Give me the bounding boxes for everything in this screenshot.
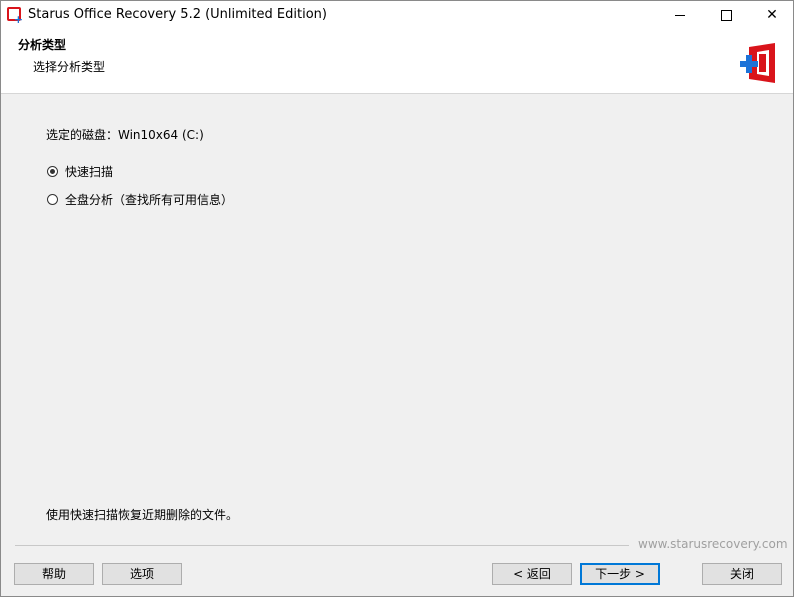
full-analysis-option[interactable]: 全盘分析（查找所有可用信息） bbox=[47, 190, 233, 208]
app-icon bbox=[7, 7, 23, 25]
quick-scan-radio[interactable] bbox=[47, 165, 58, 177]
close-window-button[interactable]: ✕ bbox=[749, 1, 794, 29]
page-subtitle: 选择分析类型 bbox=[33, 60, 106, 74]
footer-divider bbox=[15, 545, 629, 546]
full-analysis-radio[interactable] bbox=[47, 193, 58, 205]
quick-scan-label[interactable]: 快速扫描 bbox=[65, 163, 113, 180]
selected-disk-label: 选定的磁盘：Win10x64 (C:) bbox=[46, 128, 204, 142]
minimize-button[interactable] bbox=[657, 1, 703, 29]
back-button[interactable]: < 返回 bbox=[492, 563, 572, 585]
maximize-icon bbox=[720, 9, 732, 21]
window-title: Starus Office Recovery 5.2 (Unlimited Ed… bbox=[28, 7, 327, 22]
minimize-icon bbox=[675, 14, 685, 16]
full-analysis-label[interactable]: 全盘分析（查找所有可用信息） bbox=[65, 191, 233, 208]
maximize-button[interactable] bbox=[703, 1, 749, 29]
page-title: 分析类型 bbox=[18, 38, 67, 52]
next-button[interactable]: 下一步 > bbox=[580, 563, 660, 585]
quick-scan-option[interactable]: 快速扫描 bbox=[47, 162, 113, 180]
office-recovery-logo-icon bbox=[740, 43, 775, 83]
wizard-header: 分析类型 选择分析类型 bbox=[1, 29, 793, 94]
help-button[interactable]: 帮助 bbox=[14, 563, 94, 585]
app-window: Starus Office Recovery 5.2 (Unlimited Ed… bbox=[0, 0, 794, 597]
close-icon: ✕ bbox=[766, 7, 778, 23]
scan-hint-text: 使用快速扫描恢复近期删除的文件。 bbox=[46, 508, 239, 522]
title-bar[interactable]: Starus Office Recovery 5.2 (Unlimited Ed… bbox=[1, 1, 793, 29]
close-button[interactable]: 关闭 bbox=[702, 563, 782, 585]
options-button[interactable]: 选项 bbox=[102, 563, 182, 585]
website-label: www.starusrecovery.com bbox=[638, 537, 788, 551]
